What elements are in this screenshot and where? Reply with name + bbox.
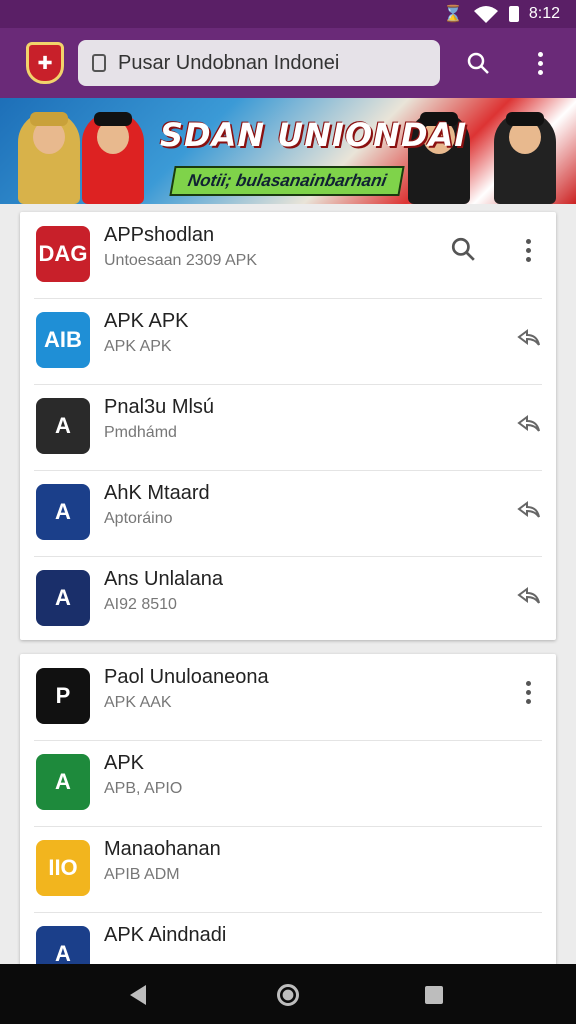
list-item[interactable]: A APK APB, APIO bbox=[20, 740, 556, 826]
more-vert-icon bbox=[525, 238, 531, 244]
list-item[interactable]: A Ans Unlalana AI92 8510 bbox=[20, 556, 556, 642]
navigation-bar bbox=[0, 964, 576, 1024]
app-bar: ✚ bbox=[0, 28, 576, 98]
app-subtitle: APK APK bbox=[104, 338, 172, 355]
app-title: AhK Mtaard bbox=[104, 482, 210, 504]
reply-button[interactable] bbox=[516, 584, 542, 608]
reply-button[interactable] bbox=[516, 412, 542, 436]
app-icon[interactable]: A bbox=[36, 484, 90, 540]
back-button[interactable] bbox=[118, 978, 158, 1012]
reply-icon bbox=[517, 501, 540, 518]
app-subtitle: Pmdhámd bbox=[104, 424, 177, 441]
banner-figure bbox=[82, 112, 144, 204]
app-subtitle: Untoesaan 2309 APK bbox=[104, 252, 258, 269]
app-title: APK APK bbox=[104, 310, 189, 332]
more-vert-icon bbox=[537, 51, 543, 57]
app-icon[interactable]: AIB bbox=[36, 312, 90, 368]
app-icon[interactable]: A bbox=[36, 754, 90, 810]
app-subtitle: Aptoráino bbox=[104, 510, 173, 527]
back-icon bbox=[130, 985, 146, 1005]
banner-subtitle: Notii; bulasanainbarhani bbox=[169, 166, 406, 196]
recents-button[interactable] bbox=[414, 978, 454, 1012]
app-subtitle: APK AAK bbox=[104, 694, 172, 711]
wifi-icon bbox=[473, 6, 498, 23]
app-title: Paol Unuloaneona bbox=[104, 666, 269, 688]
home-button[interactable] bbox=[268, 978, 308, 1012]
app-list-card: P Paol Unuloaneona APK AAK A APK APB, APIO IIO… bbox=[20, 654, 556, 974]
list-item[interactable]: P Paol Unuloaneona APK AAK bbox=[20, 654, 556, 740]
app-subtitle: APIB ADM bbox=[104, 866, 180, 883]
shield-logo-icon[interactable]: ✚ bbox=[26, 42, 64, 84]
app-icon[interactable]: IIO bbox=[36, 840, 90, 896]
row-more-button[interactable] bbox=[516, 676, 540, 708]
app-title: Manaohanan bbox=[104, 838, 221, 860]
list-item[interactable]: A Pnal3u Mlsú Pmdhámd bbox=[20, 384, 556, 470]
more-vert-button[interactable] bbox=[522, 45, 558, 81]
app-title: APK bbox=[104, 752, 145, 774]
status-time: 8:12 bbox=[528, 5, 560, 22]
app-title: APK Aindnadi bbox=[104, 924, 227, 946]
app-list-card: DAG APPshodlan Untoesaan 2309 APK AIB APK AP… bbox=[20, 212, 556, 640]
search-box[interactable] bbox=[78, 40, 440, 86]
status-icons: ⌛ 8:12 bbox=[443, 4, 560, 24]
bluetooth-icon: ⌛ bbox=[442, 6, 463, 23]
banner-figure bbox=[18, 112, 80, 204]
more-vert-icon bbox=[525, 680, 531, 686]
app-icon[interactable]: P bbox=[36, 668, 90, 724]
app-title: Pnal3u Mlsú bbox=[104, 396, 215, 418]
reply-icon bbox=[517, 587, 540, 604]
row-search-button[interactable] bbox=[450, 236, 478, 264]
app-icon[interactable]: A bbox=[36, 398, 90, 454]
list-item[interactable]: AIB APK APK APK APK bbox=[20, 298, 556, 384]
search-icon bbox=[467, 52, 489, 74]
app-title: APPshodlan bbox=[104, 224, 215, 246]
reply-button[interactable] bbox=[516, 326, 542, 350]
list-item[interactable]: A AhK Mtaard Aptoráino bbox=[20, 470, 556, 556]
banner-title: SDAN UNIONDAI bbox=[160, 116, 468, 154]
reply-icon bbox=[517, 415, 540, 432]
search-button[interactable] bbox=[460, 45, 496, 81]
app-subtitle: AI92 8510 bbox=[104, 596, 177, 613]
home-icon bbox=[277, 984, 299, 1006]
list-item[interactable]: DAG APPshodlan Untoesaan 2309 APK bbox=[20, 212, 556, 298]
battery-icon bbox=[508, 6, 519, 22]
row-more-button[interactable] bbox=[516, 234, 540, 266]
app-icon[interactable]: A bbox=[36, 570, 90, 626]
reply-button[interactable] bbox=[516, 498, 542, 522]
search-input[interactable] bbox=[118, 51, 418, 75]
recents-icon bbox=[425, 986, 443, 1004]
search-icon bbox=[451, 237, 475, 261]
app-subtitle: APB, APIO bbox=[104, 780, 183, 797]
app-icon[interactable]: DAG bbox=[36, 226, 90, 282]
status-bar: ⌛ 8:12 bbox=[0, 0, 576, 28]
lock-icon bbox=[92, 54, 106, 72]
promo-banner[interactable]: SDAN UNIONDAI Notii; bulasanainbarhani bbox=[0, 98, 576, 204]
reply-icon bbox=[517, 329, 540, 346]
app-title: Ans Unlalana bbox=[104, 568, 223, 590]
list-item[interactable]: IIO Manaohanan APIB ADM bbox=[20, 826, 556, 912]
banner-figure bbox=[494, 112, 556, 204]
